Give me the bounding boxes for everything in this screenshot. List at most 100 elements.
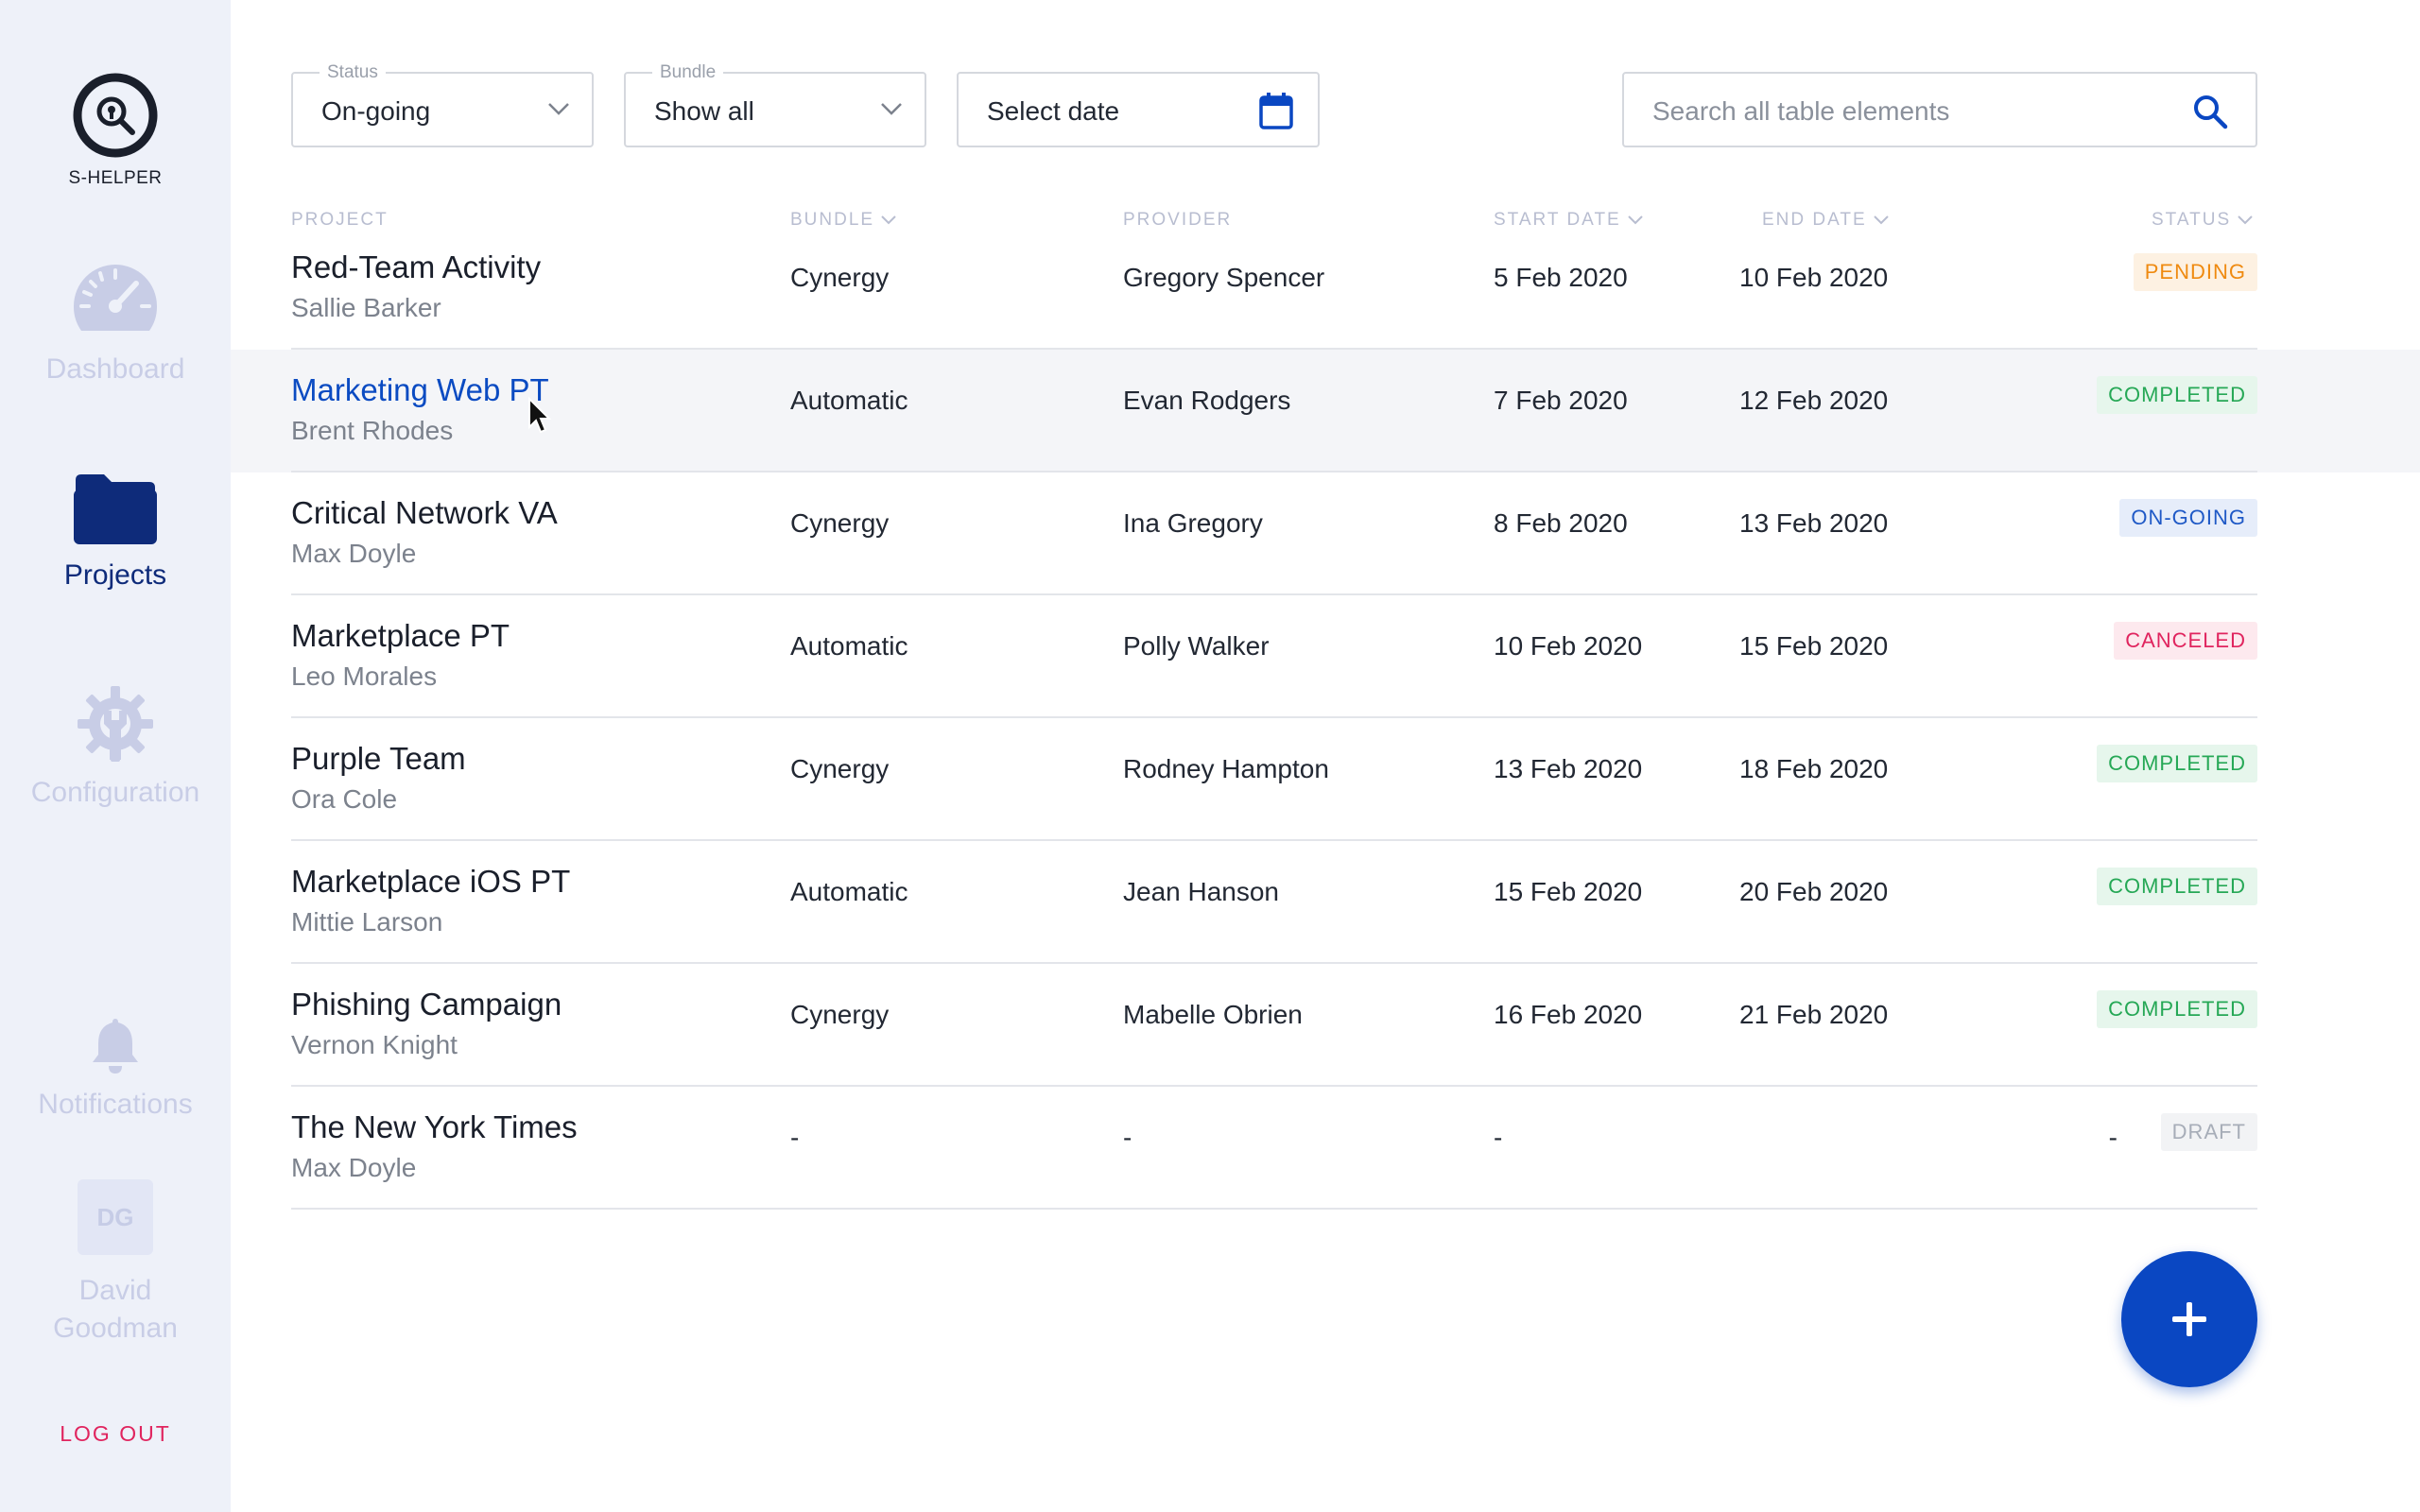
search-input[interactable]: Search all table elements: [1652, 96, 1949, 127]
project-title[interactable]: Critical Network VA: [291, 495, 558, 531]
table-row[interactable]: Red-Team Activity Sallie Barker Cynergy …: [231, 227, 2420, 350]
start-date-cell: 13 Feb 2020: [1494, 754, 1643, 783]
start-date-cell: 10 Feb 2020: [1494, 631, 1643, 661]
bundle-cell: Cynergy: [790, 263, 890, 292]
start-date-cell: -: [1494, 1123, 1503, 1152]
status-badge: DRAFT: [2160, 1113, 2257, 1151]
table-row[interactable]: Phishing Campaign Vernon Knight Cynergy …: [231, 964, 2420, 1087]
status-badge: COMPLETED: [2097, 868, 2257, 905]
chevron-down-icon: [2238, 215, 2253, 225]
end-date-cell: 21 Feb 2020: [1739, 1000, 1889, 1029]
row-divider: [291, 1208, 2257, 1210]
chevron-down-icon: [881, 103, 902, 115]
status-badge: COMPLETED: [2097, 745, 2257, 782]
end-date-cell: 18 Feb 2020: [1739, 754, 1889, 783]
table-row[interactable]: Critical Network VA Max Doyle Cynergy In…: [231, 472, 2420, 595]
sidebar-item-projects[interactable]: Projects: [0, 471, 231, 592]
status-badge: PENDING: [2133, 253, 2257, 291]
chevron-down-icon: [1873, 215, 1889, 225]
project-title[interactable]: The New York Times: [291, 1109, 578, 1145]
project-title[interactable]: Red-Team Activity: [291, 249, 541, 285]
add-project-button[interactable]: [2121, 1251, 2257, 1387]
end-date-cell: 20 Feb 2020: [1739, 877, 1889, 906]
provider-cell: Jean Hanson: [1123, 877, 1280, 906]
project-title[interactable]: Purple Team: [291, 741, 466, 777]
start-date-cell: 15 Feb 2020: [1494, 877, 1643, 906]
project-owner: Brent Rhodes: [291, 416, 454, 445]
status-badge: CANCELED: [2114, 622, 2257, 660]
bundle-cell: Cynergy: [790, 1000, 890, 1029]
bundle-cell: -: [790, 1123, 800, 1152]
provider-cell: -: [1123, 1123, 1132, 1152]
provider-cell: Rodney Hampton: [1123, 754, 1329, 783]
bundle-cell: Cynergy: [790, 508, 890, 538]
provider-cell: Mabelle Obrien: [1123, 1000, 1303, 1029]
table-row[interactable]: Purple Team Ora Cole Cynergy Rodney Hamp…: [231, 718, 2420, 841]
start-date-cell: 7 Feb 2020: [1494, 386, 1628, 415]
end-date-cell: 12 Feb 2020: [1739, 386, 1889, 415]
bundle-cell: Automatic: [790, 386, 908, 415]
project-title[interactable]: Marketplace PT: [291, 618, 510, 654]
bundle-cell: Automatic: [790, 877, 908, 906]
sidebar-item-notifications[interactable]: Notifications: [0, 1015, 231, 1121]
chevron-down-icon: [881, 215, 896, 225]
end-date-cell: 10 Feb 2020: [1739, 263, 1889, 292]
bell-icon: [93, 1019, 138, 1074]
logo-magnifier-keyhole-icon: [73, 73, 158, 158]
sidebar-item-label: Projects: [63, 559, 167, 591]
status-badge: ON-GOING: [2119, 499, 2257, 537]
avatar: DG: [78, 1179, 153, 1255]
project-title[interactable]: Marketing Web PT: [291, 372, 549, 408]
table-row[interactable]: Marketing Web PT Brent Rhodes Automatic …: [231, 350, 2420, 472]
project-owner: Vernon Knight: [291, 1030, 458, 1059]
start-date-cell: 5 Feb 2020: [1494, 263, 1628, 292]
mouse-cursor-icon: [528, 397, 552, 434]
project-owner: Leo Morales: [291, 662, 438, 691]
search-icon[interactable]: [2191, 93, 2229, 130]
status-filter-select[interactable]: Status On-going: [291, 62, 594, 147]
gear-wrench-icon: [78, 686, 153, 762]
sidebar: S-HELPER Dashboard Projects Configuratio…: [0, 0, 231, 1512]
bundle-filter-value: Show all: [654, 96, 754, 126]
status-badge: COMPLETED: [2097, 990, 2257, 1028]
date-picker-field[interactable]: Select date: [957, 72, 1320, 147]
app-name: S-HELPER: [68, 168, 163, 188]
sidebar-item-dashboard[interactable]: Dashboard: [0, 261, 231, 386]
bundle-filter-select[interactable]: Bundle Show all: [624, 62, 926, 147]
status-badge: COMPLETED: [2097, 376, 2257, 414]
start-date-cell: 8 Feb 2020: [1494, 508, 1628, 538]
logout-button[interactable]: LOG OUT: [0, 1421, 231, 1447]
bundle-filter-label: Bundle: [652, 62, 724, 83]
end-date-cell: 15 Feb 2020: [1739, 631, 1889, 661]
project-owner: Mittie Larson: [291, 907, 443, 936]
calendar-icon[interactable]: [1257, 91, 1295, 130]
sidebar-item-label: Dashboard: [45, 353, 185, 385]
search-field[interactable]: Search all table elements: [1622, 72, 2257, 147]
table-row[interactable]: The New York Times Max Doyle - - - - DRA…: [231, 1087, 2420, 1210]
provider-cell: Polly Walker: [1123, 631, 1270, 661]
table-row[interactable]: Marketplace PT Leo Morales Automatic Pol…: [231, 595, 2420, 718]
app-logo[interactable]: S-HELPER: [0, 72, 231, 189]
speedometer-icon: [73, 265, 158, 331]
bundle-cell: Automatic: [790, 631, 908, 661]
sidebar-item-configuration[interactable]: Configuration: [0, 684, 231, 809]
status-filter-value: On-going: [321, 96, 431, 126]
end-date-cell: -: [2108, 1123, 2118, 1152]
date-picker-value: Select date: [987, 96, 1120, 126]
chevron-down-icon: [548, 103, 569, 115]
sidebar-item-label: Configuration: [30, 777, 200, 808]
sidebar-item-label: Notifications: [38, 1089, 193, 1120]
project-owner: Max Doyle: [291, 1153, 417, 1182]
table-row[interactable]: Marketplace iOS PT Mittie Larson Automat…: [231, 841, 2420, 964]
user-name: David Goodman: [53, 1275, 178, 1344]
provider-cell: Ina Gregory: [1123, 508, 1263, 538]
project-owner: Ora Cole: [291, 784, 398, 814]
bundle-cell: Cynergy: [790, 754, 890, 783]
user-profile[interactable]: DG David Goodman: [0, 1179, 231, 1348]
project-owner: Max Doyle: [291, 539, 417, 568]
project-title[interactable]: Marketplace iOS PT: [291, 864, 570, 900]
provider-cell: Evan Rodgers: [1123, 386, 1291, 415]
project-title[interactable]: Phishing Campaign: [291, 987, 562, 1022]
chevron-down-icon: [1628, 215, 1643, 225]
start-date-cell: 16 Feb 2020: [1494, 1000, 1643, 1029]
